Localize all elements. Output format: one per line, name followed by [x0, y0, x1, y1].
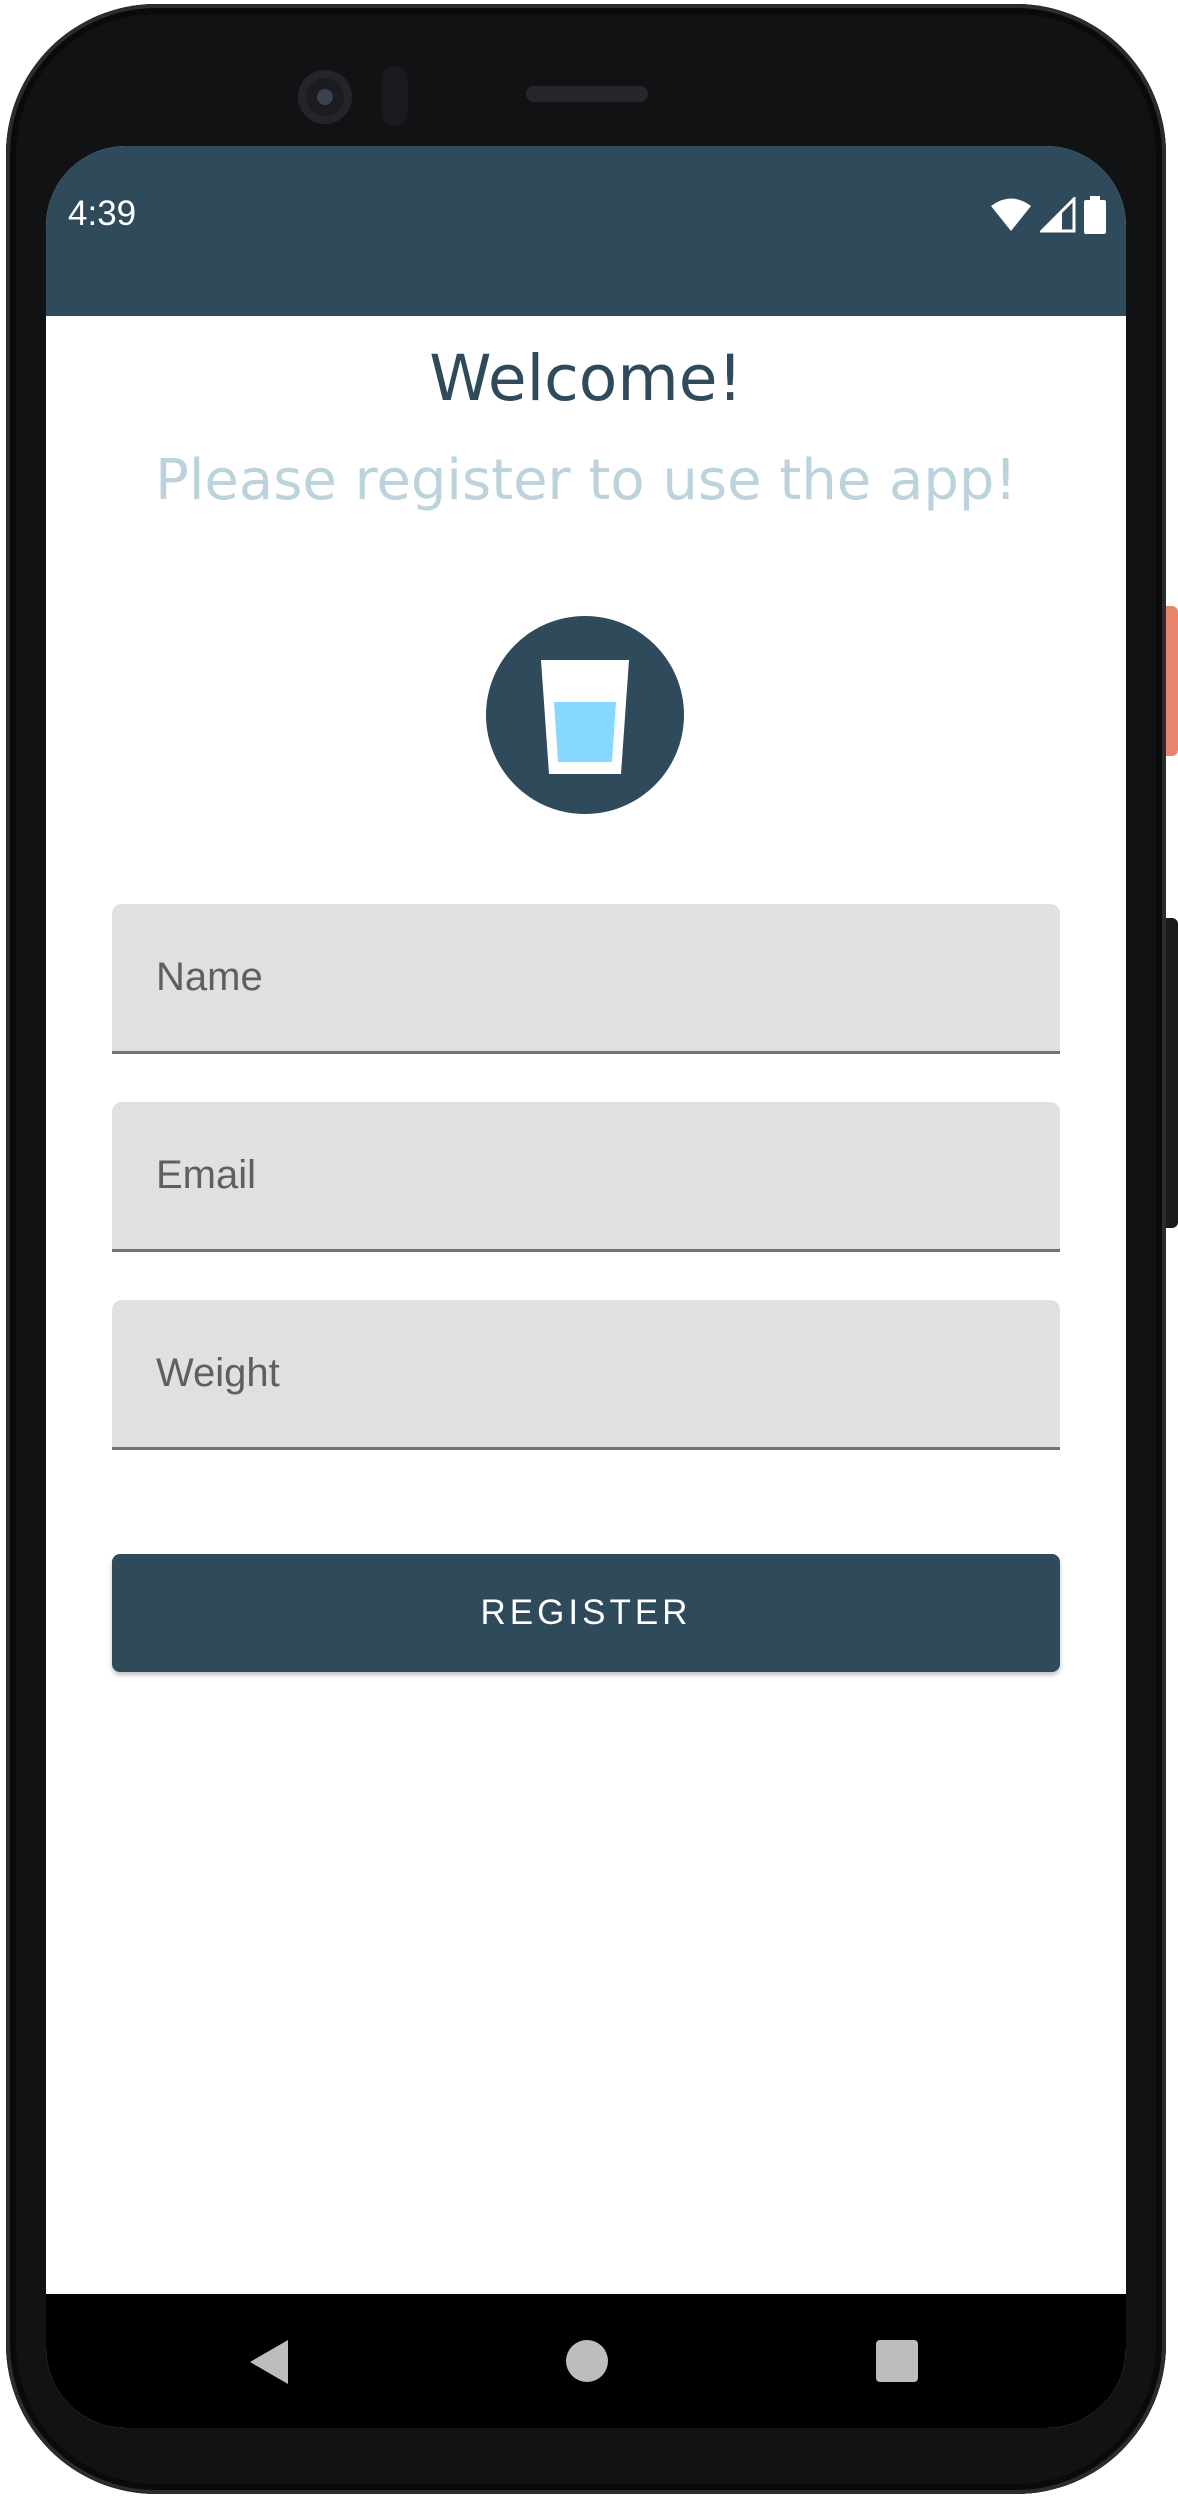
front-camera [298, 70, 352, 124]
volume-button [1166, 918, 1178, 1228]
name-field[interactable] [112, 904, 1060, 1054]
name-input[interactable] [112, 904, 1060, 1051]
status-time: 4:39 [68, 194, 137, 233]
wifi-icon [991, 198, 1031, 231]
power-button [1166, 606, 1178, 756]
earpiece-speaker [526, 86, 648, 102]
home-icon[interactable] [566, 2340, 608, 2382]
register-button[interactable]: REGISTER [112, 1554, 1060, 1672]
water-glass-icon [541, 660, 629, 774]
battery-icon [1084, 196, 1106, 234]
status-bar: 4:39 [46, 146, 1126, 316]
weight-input[interactable] [112, 1300, 1060, 1447]
status-icons [990, 196, 1106, 234]
recents-icon[interactable] [876, 2340, 918, 2382]
page-subtitle: Please register to use the app! [155, 448, 1017, 513]
weight-field[interactable] [112, 1300, 1060, 1450]
back-icon[interactable] [250, 2340, 288, 2384]
email-input[interactable] [112, 1102, 1060, 1249]
page-title: Welcome! [429, 342, 743, 415]
navigation-bar [46, 2294, 1126, 2428]
email-field[interactable] [112, 1102, 1060, 1252]
proximity-sensor [382, 66, 408, 126]
phone-device: 4:39 Welcome! Please register to use the… [0, 0, 1178, 2498]
app-logo [486, 616, 684, 814]
app-screen: 4:39 Welcome! Please register to use the… [46, 146, 1126, 2428]
cell-signal-icon [1040, 197, 1076, 233]
